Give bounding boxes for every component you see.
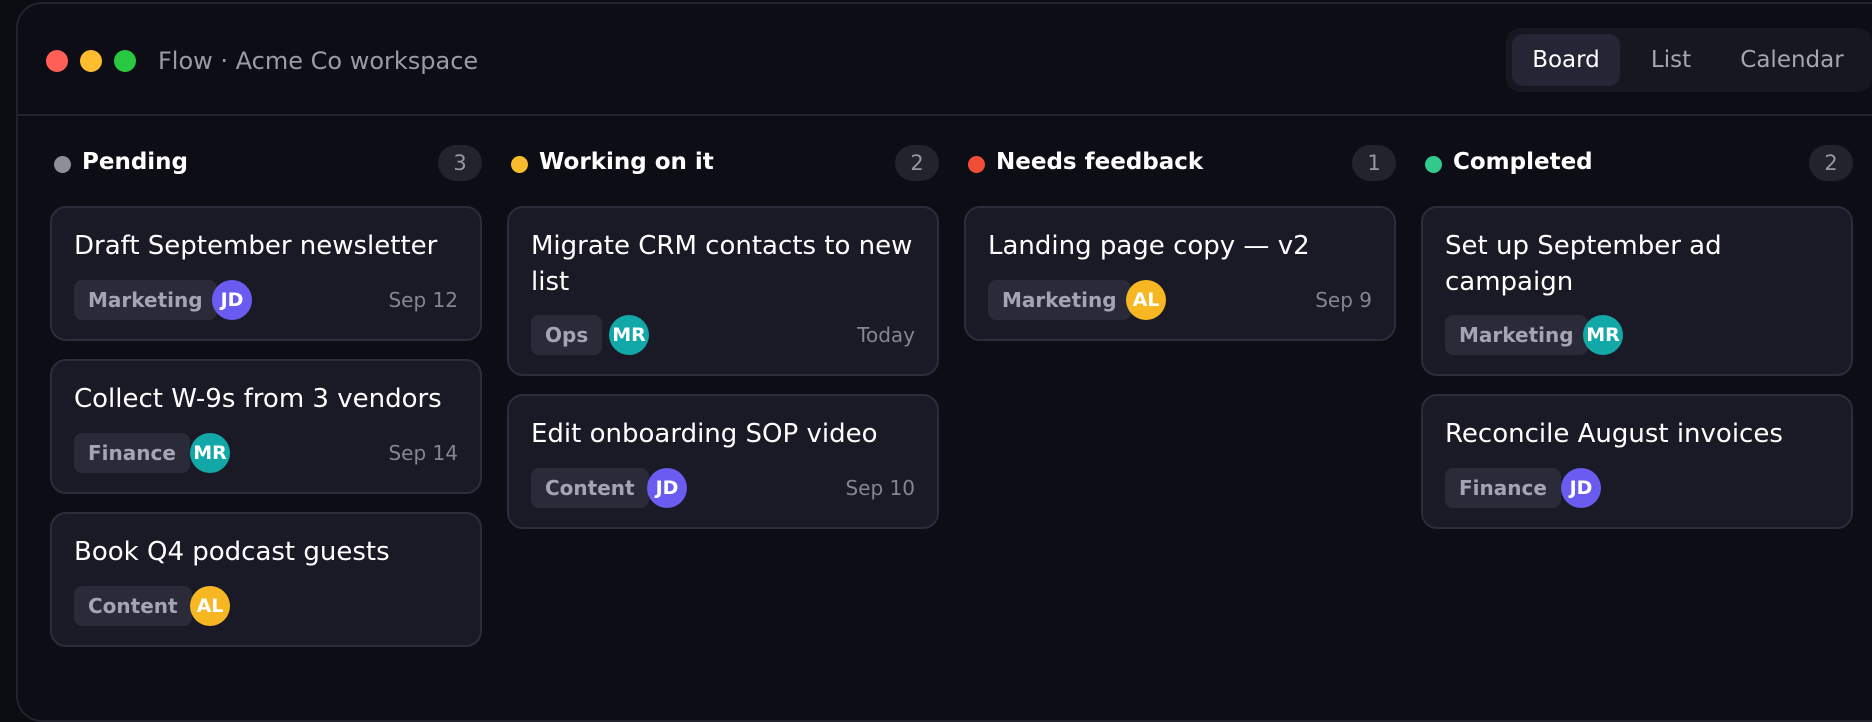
task-tag: Finance bbox=[74, 433, 190, 473]
task-tag: Marketing bbox=[1445, 315, 1588, 355]
maximize-window-button[interactable] bbox=[114, 50, 136, 72]
task-card[interactable]: Reconcile August invoices Finance JD bbox=[1421, 394, 1853, 529]
avatar: JD bbox=[647, 468, 687, 508]
task-card[interactable]: Collect W-9s from 3 vendors Finance MR S… bbox=[50, 359, 482, 494]
window-title: Flow · Acme Co workspace bbox=[158, 47, 479, 75]
column-header: Needs feedback 1 bbox=[964, 143, 1396, 183]
task-tag: Ops bbox=[531, 315, 603, 355]
due-date: Sep 10 bbox=[845, 476, 915, 500]
task-tag: Finance bbox=[1445, 468, 1561, 508]
task-title: Edit onboarding SOP video bbox=[531, 419, 878, 449]
task-card[interactable]: Landing page copy — v2 Marketing AL Sep … bbox=[964, 206, 1396, 341]
avatar: AL bbox=[1126, 280, 1166, 320]
avatar: MR bbox=[609, 315, 649, 355]
column-count-badge: 2 bbox=[1809, 145, 1853, 181]
status-dot-icon bbox=[54, 156, 71, 173]
task-title: Draft September newsletter bbox=[74, 231, 438, 261]
task-title: Set up September ad campaign bbox=[1445, 231, 1722, 297]
due-date: Today bbox=[857, 323, 915, 347]
task-title: Reconcile August invoices bbox=[1445, 419, 1783, 449]
task-tag: Content bbox=[531, 468, 649, 508]
task-card[interactable]: Set up September ad campaign Marketing M… bbox=[1421, 206, 1853, 376]
column-count-badge: 2 bbox=[895, 145, 939, 181]
column-count-badge: 3 bbox=[438, 145, 482, 181]
column-header: Working on it 2 bbox=[507, 143, 939, 183]
task-tag: Marketing bbox=[74, 280, 217, 320]
view-switcher: Board List Calendar bbox=[1506, 28, 1872, 92]
close-window-button[interactable] bbox=[46, 50, 68, 72]
column-header: Pending 3 bbox=[50, 143, 482, 183]
tab-board[interactable]: Board bbox=[1512, 34, 1620, 86]
task-title: Migrate CRM contacts to new list bbox=[531, 231, 913, 297]
column-title: Completed bbox=[1453, 149, 1593, 175]
status-dot-icon bbox=[1425, 156, 1442, 173]
task-card[interactable]: Draft September newsletter Marketing JD … bbox=[50, 206, 482, 341]
due-date: Sep 9 bbox=[1315, 288, 1372, 312]
column-title: Needs feedback bbox=[996, 149, 1204, 175]
status-dot-icon bbox=[968, 156, 985, 173]
status-dot-icon bbox=[511, 156, 528, 173]
column-title: Pending bbox=[82, 149, 189, 175]
column-pending: Pending 3 Draft September newsletter Mar… bbox=[50, 143, 482, 647]
task-title: Book Q4 podcast guests bbox=[74, 537, 390, 567]
avatar: MR bbox=[1583, 315, 1623, 355]
avatar: JD bbox=[212, 280, 252, 320]
due-date: Sep 14 bbox=[388, 441, 458, 465]
column-needs-feedback: Needs feedback 1 Landing page copy — v2 … bbox=[964, 143, 1396, 341]
column-completed: Completed 2 Set up September ad campaign… bbox=[1421, 143, 1853, 529]
title-bar: Flow · Acme Co workspace Board List Cale… bbox=[18, 4, 1872, 116]
minimize-window-button[interactable] bbox=[80, 50, 102, 72]
due-date: Sep 12 bbox=[388, 288, 458, 312]
column-title: Working on it bbox=[539, 149, 714, 175]
task-card[interactable]: Book Q4 podcast guests Content AL bbox=[50, 512, 482, 647]
task-tag: Content bbox=[74, 586, 192, 626]
column-header: Completed 2 bbox=[1421, 143, 1853, 183]
tab-calendar[interactable]: Calendar bbox=[1722, 34, 1862, 86]
avatar: AL bbox=[190, 586, 230, 626]
task-tag: Marketing bbox=[988, 280, 1131, 320]
task-card[interactable]: Edit onboarding SOP video Content JD Sep… bbox=[507, 394, 939, 529]
column-count-badge: 1 bbox=[1352, 145, 1396, 181]
task-title: Landing page copy — v2 bbox=[988, 231, 1310, 261]
column-working: Working on it 2 Migrate CRM contacts to … bbox=[507, 143, 939, 529]
tab-list[interactable]: List bbox=[1626, 34, 1716, 86]
avatar: JD bbox=[1561, 468, 1601, 508]
avatar: MR bbox=[190, 433, 230, 473]
task-card[interactable]: Migrate CRM contacts to new list Ops MR … bbox=[507, 206, 939, 376]
task-title: Collect W-9s from 3 vendors bbox=[74, 384, 442, 414]
